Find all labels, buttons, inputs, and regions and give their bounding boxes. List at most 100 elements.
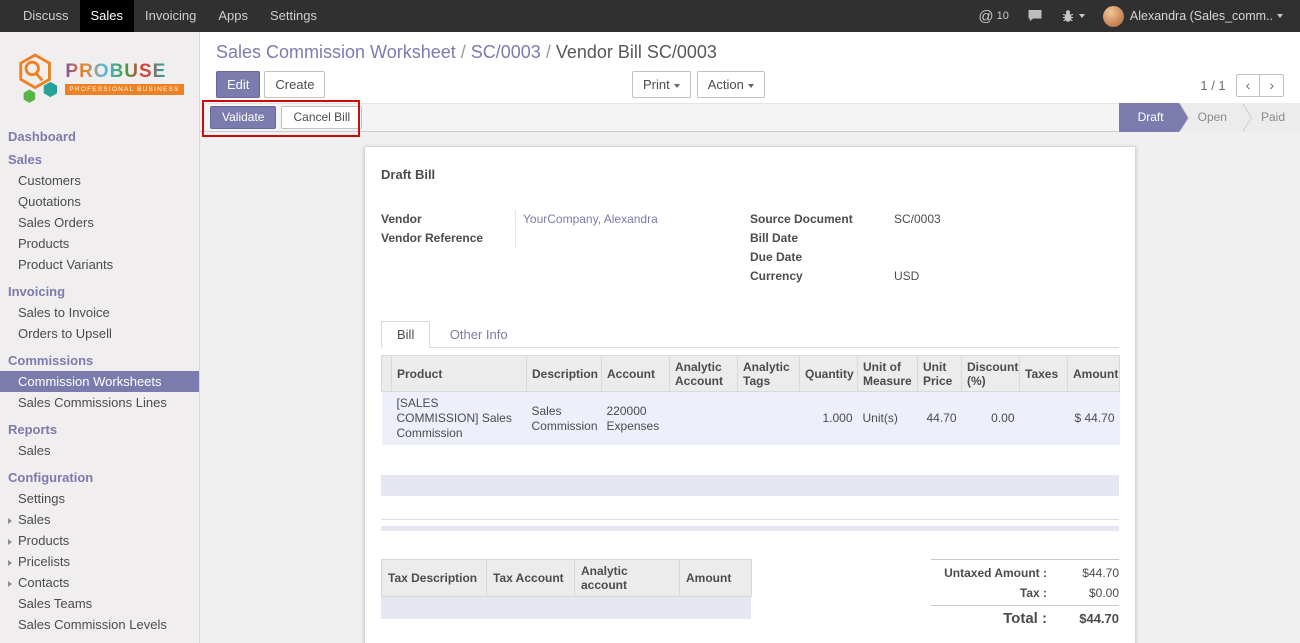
sidebar-item-label: Contacts (18, 575, 69, 590)
pager-counter: 1 / 1 (1200, 78, 1225, 93)
topbar-right: @ 10 Alexandra (Sales_comm.. (969, 0, 1300, 32)
col-header-tax-analytic-account: Analytic account (575, 560, 680, 597)
print-dropdown[interactable]: Print (632, 71, 691, 98)
field-column-left: Vendor YourCompany, Alexandra Vendor Ref… (381, 210, 750, 286)
breadcrumb-current: Vendor Bill SC/0003 (556, 42, 717, 62)
sidebar-heading-configuration[interactable]: Configuration (0, 467, 199, 488)
cell-analytic-account (670, 392, 738, 446)
sidebar-item-contacts[interactable]: Contacts (0, 572, 199, 593)
sidebar-heading-commissions[interactable]: Commissions (0, 350, 199, 371)
tax-lines-table: Tax Description Tax Account Analytic acc… (381, 559, 752, 597)
pager-buttons: ‹ › (1236, 74, 1284, 97)
chat-bubble-icon (1027, 9, 1043, 23)
debug-menu-button[interactable] (1052, 0, 1094, 32)
breadcrumb-sc0003-link[interactable]: SC/0003 (471, 42, 541, 62)
field-bill-date: Bill Date (750, 229, 1119, 248)
probuse-logo-icon (15, 53, 59, 103)
sidebar-item-orders-to-upsell[interactable]: Orders to Upsell (0, 323, 199, 344)
due-date-label: Due Date (750, 248, 894, 267)
breadcrumb-separator: / (541, 42, 556, 62)
col-header-account: Account (602, 356, 670, 392)
bug-icon (1061, 9, 1075, 23)
action-dropdown[interactable]: Action (697, 71, 765, 98)
sidebar-item-config-products[interactable]: Products (0, 530, 199, 551)
menu-sales[interactable]: Sales (80, 0, 135, 32)
sidebar-item-reports-sales[interactable]: Sales (0, 440, 199, 461)
menu-apps[interactable]: Apps (207, 0, 259, 32)
tab-other-info[interactable]: Other Info (435, 322, 523, 347)
sidebar-item-settings[interactable]: Settings (0, 488, 199, 509)
activity-menu-button[interactable]: @ 10 (969, 0, 1017, 32)
vendor-reference-value (515, 229, 750, 248)
field-group: Vendor YourCompany, Alexandra Vendor Ref… (381, 210, 1119, 286)
user-name: Alexandra (Sales_comm.. (1130, 9, 1273, 23)
sidebar-item-commission-worksheets[interactable]: Commission Worksheets (0, 371, 199, 392)
menu-discuss[interactable]: Discuss (12, 0, 80, 32)
sidebar-item-sales-teams[interactable]: Sales Teams (0, 593, 199, 614)
section-divider (381, 519, 1119, 520)
sidebar-item-pricelists[interactable]: Pricelists (0, 551, 199, 572)
user-avatar (1103, 6, 1124, 27)
user-menu-button[interactable]: Alexandra (Sales_comm.. (1094, 0, 1292, 32)
col-header-taxes: Taxes (1020, 356, 1068, 392)
chevron-down-icon (674, 84, 680, 88)
sidebar-heading-sales[interactable]: Sales (0, 149, 199, 170)
field-due-date: Due Date (750, 248, 1119, 267)
total-label: Total : (931, 609, 1057, 629)
tax-section: Tax Description Tax Account Analytic acc… (381, 559, 752, 629)
brand-tagline: PROFESSIONAL BUSINESS (65, 84, 183, 95)
sidebar-item-products[interactable]: Products (0, 233, 199, 254)
bill-line-row[interactable]: [SALES COMMISSION] Sales Commission Sale… (382, 392, 1120, 446)
sidebar-item-customers[interactable]: Customers (0, 170, 199, 191)
col-header-tax-account: Tax Account (487, 560, 575, 597)
edit-button[interactable]: Edit (216, 71, 260, 98)
sidebar-heading-dashboard[interactable]: Dashboard (0, 126, 199, 147)
col-header-amount: Amount (1068, 356, 1120, 392)
col-header-quantity: Quantity (800, 356, 858, 392)
pager-previous-button[interactable]: ‹ (1236, 74, 1261, 97)
vendor-value-link[interactable]: YourCompany, Alexandra (515, 210, 750, 229)
row-handle-column (382, 356, 392, 392)
total-value: $44.70 (1057, 609, 1119, 629)
tax-label: Tax : (931, 583, 1057, 603)
vendor-reference-label: Vendor Reference (381, 229, 515, 248)
sidebar-item-sales-commission-levels[interactable]: Sales Commission Levels (0, 614, 199, 635)
activity-at-icon: @ (978, 8, 993, 25)
menu-settings[interactable]: Settings (259, 0, 328, 32)
cell-analytic-tags (738, 392, 800, 446)
sidebar-item-config-sales[interactable]: Sales (0, 509, 199, 530)
sidebar-item-sales-orders[interactable]: Sales Orders (0, 212, 199, 233)
submenu-arrow-icon (8, 539, 12, 545)
app-window: Discuss Sales Invoicing Apps Settings @ … (0, 0, 1300, 643)
tax-row: Tax : $0.00 (931, 583, 1119, 603)
sidebar-item-product-variants[interactable]: Product Variants (0, 254, 199, 275)
pager-next-button[interactable]: › (1259, 74, 1284, 97)
bill-lines-table: Product Description Account Analytic Acc… (381, 355, 1120, 445)
cell-product: [SALES COMMISSION] Sales Commission (392, 392, 527, 446)
menu-invoicing[interactable]: Invoicing (134, 0, 207, 32)
tab-bill[interactable]: Bill (381, 321, 430, 348)
untaxed-amount-row: Untaxed Amount : $44.70 (931, 563, 1119, 583)
field-source-document: Source Document SC/0003 (750, 210, 1119, 229)
sidebar-item-quotations[interactable]: Quotations (0, 191, 199, 212)
empty-list-row (381, 475, 1119, 496)
validate-button[interactable]: Validate (210, 106, 276, 129)
sidebar-heading-invoicing[interactable]: Invoicing (0, 281, 199, 302)
cancel-bill-button[interactable]: Cancel Bill (281, 106, 362, 129)
lines-header-row: Product Description Account Analytic Acc… (382, 356, 1120, 392)
col-header-tax-description: Tax Description (382, 560, 487, 597)
bill-form-sheet: Draft Bill Vendor YourCompany, Alexandra… (364, 146, 1136, 643)
messages-icon[interactable] (1018, 0, 1052, 32)
submenu-arrow-icon (8, 560, 12, 566)
main-area: Sales Commission Worksheet/SC/0003/Vendo… (200, 32, 1300, 643)
sidebar: PROBUSE PROFESSIONAL BUSINESS Dashboard … (0, 32, 200, 643)
sidebar-item-sales-commissions-lines[interactable]: Sales Commissions Lines (0, 392, 199, 413)
status-draft[interactable]: Draft (1119, 103, 1179, 132)
probuse-logo-text: PROBUSE PROFESSIONAL BUSINESS (65, 61, 183, 95)
sidebar-heading-reports[interactable]: Reports (0, 419, 199, 440)
action-label: Action (708, 77, 744, 92)
breadcrumb-worksheet-link[interactable]: Sales Commission Worksheet (216, 42, 456, 62)
create-button[interactable]: Create (264, 71, 325, 98)
cell-unit-of-measure: Unit(s) (858, 392, 918, 446)
sidebar-item-sales-to-invoice[interactable]: Sales to Invoice (0, 302, 199, 323)
